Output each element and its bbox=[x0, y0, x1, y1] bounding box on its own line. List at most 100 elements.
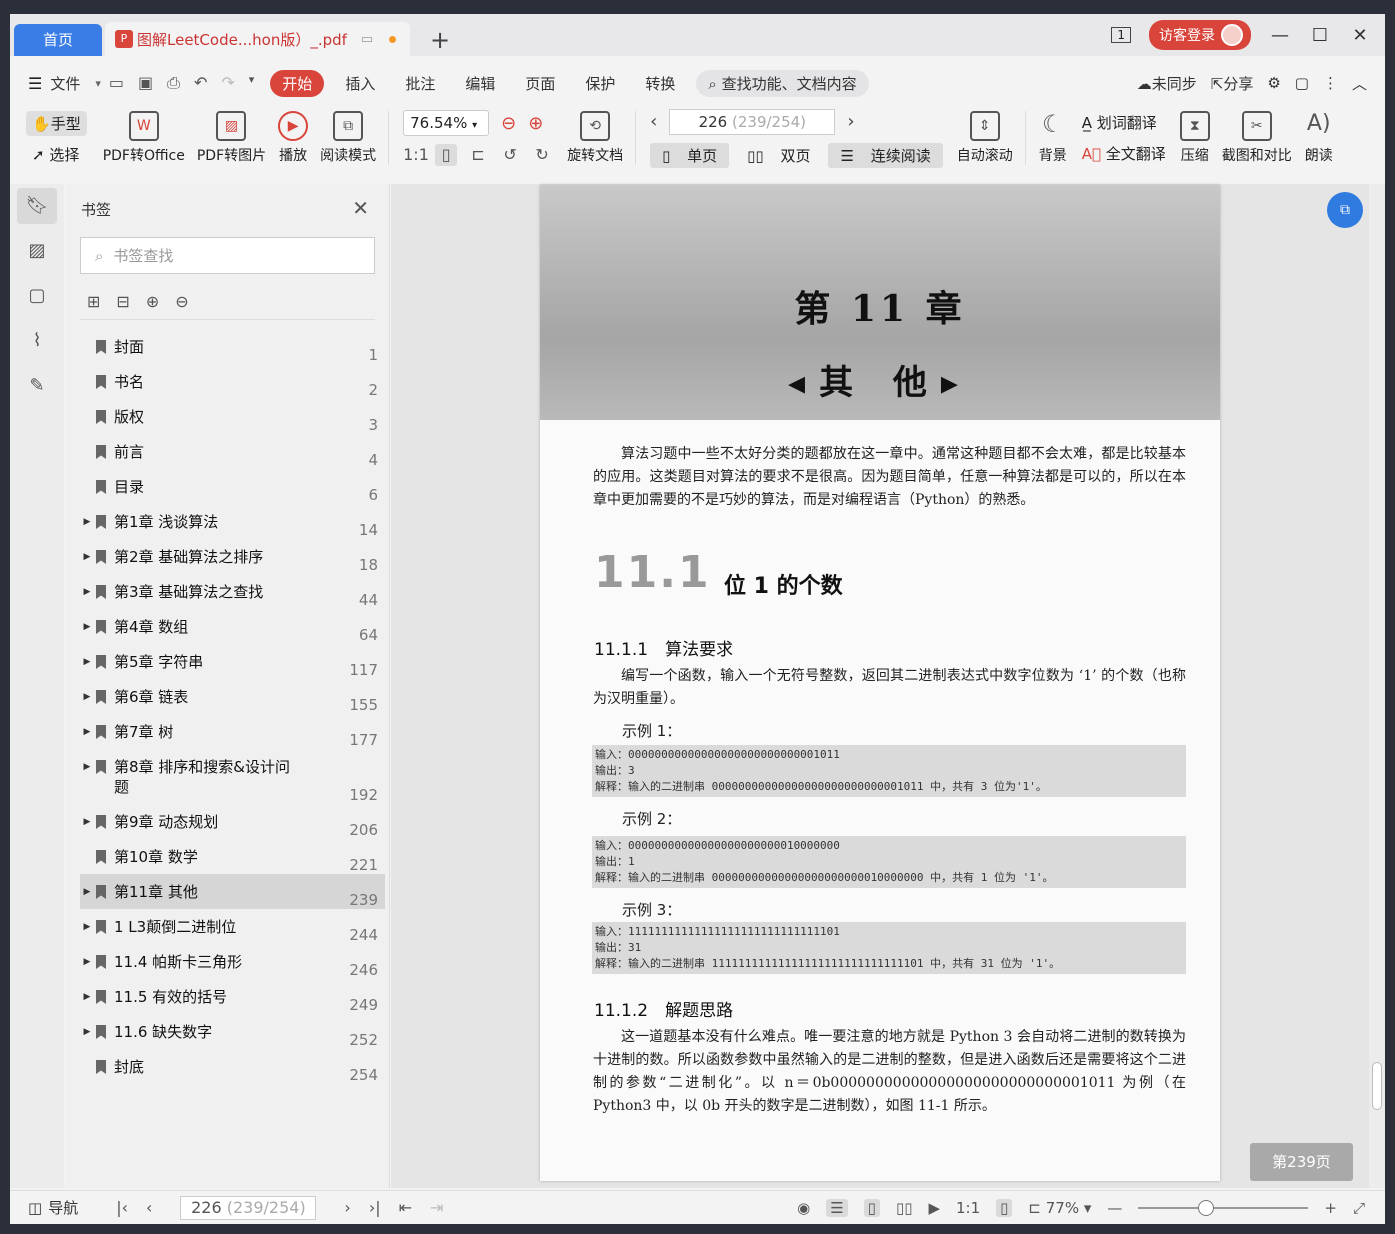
fit-page-icon[interactable]: ▯ bbox=[996, 1198, 1013, 1217]
menu-file[interactable]: 文件 bbox=[42, 73, 95, 94]
close-icon[interactable]: ✕ bbox=[1349, 25, 1371, 46]
bookmark-item[interactable]: 书名 2 bbox=[80, 364, 385, 399]
read-aloud-button[interactable]: A) 朗读 bbox=[1298, 111, 1340, 165]
page-number-input[interactable]: 226 (239/254) bbox=[669, 108, 836, 135]
bookmark-item[interactable]: ▶ 第1章 浅谈算法 14 bbox=[80, 504, 385, 539]
bookmark-item[interactable]: 第10章 数学 221 bbox=[80, 839, 385, 874]
zoom-select[interactable]: 76.54% ▾ bbox=[403, 110, 490, 136]
monitor-icon[interactable]: ▭ bbox=[361, 32, 373, 47]
hand-tool-button[interactable]: ✋手型 bbox=[26, 111, 87, 136]
expand-arrow-icon[interactable]: ▶ bbox=[80, 582, 94, 597]
login-button[interactable]: 访客登录 bbox=[1149, 20, 1251, 50]
thumbnail-icon[interactable]: ▨ bbox=[17, 233, 57, 269]
zoom-in-icon[interactable]: + bbox=[1324, 1199, 1337, 1217]
compress-button[interactable]: ⧗ 压缩 bbox=[1174, 111, 1216, 165]
actual-size-icon[interactable]: 1:1 bbox=[403, 144, 429, 166]
chevron-down-icon[interactable]: ▾ bbox=[95, 77, 101, 90]
print-icon[interactable]: ⎙ bbox=[167, 73, 180, 93]
hamburger-icon[interactable]: ☰ bbox=[10, 74, 42, 93]
first-page-icon[interactable]: |‹ bbox=[116, 1198, 128, 1217]
menu-start[interactable]: 开始 bbox=[270, 69, 325, 97]
collapse-all-icon[interactable]: ⊟ bbox=[116, 292, 129, 311]
undo-icon[interactable]: ↶ bbox=[194, 73, 207, 93]
back-icon[interactable]: ⇤ bbox=[399, 1198, 412, 1217]
sync-status[interactable]: ☁未同步 bbox=[1137, 73, 1197, 94]
read-mode-button[interactable]: ⧉ 阅读模式 bbox=[314, 111, 382, 165]
nav-toggle[interactable]: ◫ 导航 bbox=[10, 1197, 78, 1218]
minimize-icon[interactable]: — bbox=[1269, 25, 1291, 46]
expand-arrow-icon[interactable]: ▶ bbox=[80, 512, 94, 527]
bookmark-item[interactable]: ▶ 第6章 链表 155 bbox=[80, 679, 385, 714]
rotate-left-icon[interactable]: ↺ bbox=[499, 144, 521, 166]
zoom-slider[interactable] bbox=[1138, 1199, 1309, 1216]
expand-arrow-icon[interactable]: ▶ bbox=[80, 547, 94, 562]
bookmark-item[interactable]: ▶ 1 L3颠倒二进制位 244 bbox=[80, 909, 385, 944]
collapse-ribbon-icon[interactable]: ︿ bbox=[1352, 73, 1367, 94]
expand-arrow-icon[interactable] bbox=[80, 477, 94, 482]
menu-insert[interactable]: 插入 bbox=[330, 73, 390, 94]
expand-arrow-icon[interactable]: ▶ bbox=[80, 1022, 94, 1037]
menu-annotate[interactable]: 批注 bbox=[390, 73, 450, 94]
expand-arrow-icon[interactable]: ▶ bbox=[80, 952, 94, 967]
bookmark-search-input[interactable]: ⌕ 书签查找 bbox=[80, 237, 375, 274]
more-dropdown-icon[interactable]: ▾ bbox=[249, 73, 255, 93]
fullscreen-icon[interactable]: ⤢ bbox=[1353, 1199, 1365, 1217]
new-tab-button[interactable]: + bbox=[430, 26, 450, 54]
single-page-button[interactable]: ▯ 单页 bbox=[650, 142, 730, 168]
bookmark-item[interactable]: ▶ 第8章 排序和搜索&设计问题 192 bbox=[80, 749, 385, 804]
zoom-slider-handle[interactable] bbox=[1198, 1199, 1215, 1216]
float-tool-icon[interactable]: ⧉ bbox=[1327, 192, 1363, 228]
rotate-right-icon[interactable]: ↻ bbox=[531, 144, 553, 166]
expand-all-icon[interactable]: ⊞ bbox=[87, 292, 100, 311]
bookmark-item[interactable]: ▶ 11.5 有效的括号 249 bbox=[80, 979, 385, 1014]
bookmark-item[interactable]: ▶ 第9章 动态规划 206 bbox=[80, 804, 385, 839]
bookmark-item-selected[interactable]: ▶ 第11章 其他 239 bbox=[80, 874, 385, 909]
expand-arrow-icon[interactable]: ▶ bbox=[80, 917, 94, 932]
vertical-scrollbar[interactable] bbox=[1369, 184, 1385, 1188]
tab-home[interactable]: 首页 bbox=[14, 24, 102, 56]
forward-icon[interactable]: ⇥ bbox=[430, 1198, 443, 1217]
expand-arrow-icon[interactable]: ▶ bbox=[80, 757, 94, 772]
single-page-icon[interactable]: ▯ bbox=[863, 1198, 880, 1217]
zoom-in-icon[interactable]: ⊕ bbox=[528, 113, 543, 134]
next-page-icon[interactable]: › bbox=[344, 1198, 350, 1217]
expand-arrow-icon[interactable] bbox=[80, 407, 94, 412]
menu-edit[interactable]: 编辑 bbox=[450, 73, 510, 94]
more-vertical-icon[interactable]: ⋮ bbox=[1323, 74, 1338, 92]
bookmark-item[interactable]: ▶ 第7章 树 177 bbox=[80, 714, 385, 749]
bookmark-item[interactable]: ▶ 11.4 帕斯卡三角形 246 bbox=[80, 944, 385, 979]
fit-page-icon[interactable]: ▯ bbox=[435, 144, 458, 166]
add-bookmark-icon[interactable]: ⊕ bbox=[146, 292, 159, 311]
play-icon[interactable]: ▶ bbox=[928, 1199, 940, 1217]
expand-arrow-icon[interactable]: ▶ bbox=[80, 812, 94, 827]
remove-bookmark-icon[interactable]: ⊖ bbox=[175, 292, 188, 311]
double-page-icon[interactable]: ▯▯ bbox=[896, 1199, 913, 1217]
expand-arrow-icon[interactable]: ▶ bbox=[80, 987, 94, 1002]
screenshot-compare-button[interactable]: ✂ 截图和对比 bbox=[1216, 111, 1298, 165]
zoom-out-icon[interactable]: ⊖ bbox=[501, 113, 516, 134]
comment-icon[interactable]: ▢ bbox=[1295, 74, 1309, 92]
expand-arrow-icon[interactable] bbox=[80, 847, 94, 852]
status-page-input[interactable]: 226 (239/254) bbox=[180, 1195, 317, 1220]
maximize-icon[interactable]: ☐ bbox=[1309, 25, 1331, 46]
signature-icon[interactable]: ✎ bbox=[17, 368, 57, 404]
continuous-read-button[interactable]: ☰ 连续阅读 bbox=[828, 142, 943, 168]
tab-document[interactable]: P 图解LeetCode...hon版）_.pdf ▭ bbox=[105, 22, 410, 56]
menu-protect[interactable]: 保护 bbox=[570, 73, 630, 94]
eye-icon[interactable]: ◉ bbox=[797, 1199, 810, 1217]
menu-page[interactable]: 页面 bbox=[510, 73, 570, 94]
play-button[interactable]: ▶ 播放 bbox=[272, 111, 314, 165]
pdf-to-office-button[interactable]: W PDF转Office bbox=[97, 111, 191, 165]
auto-scroll-button[interactable]: ⇕ 自动滚动 bbox=[951, 111, 1019, 165]
save-icon[interactable]: ▣ bbox=[138, 73, 153, 93]
actual-size-icon[interactable]: 1:1 bbox=[956, 1199, 980, 1217]
bookmark-item[interactable]: 封面 1 bbox=[80, 329, 385, 364]
background-button[interactable]: ☾ 背景 bbox=[1032, 111, 1074, 165]
expand-arrow-icon[interactable]: ▶ bbox=[80, 652, 94, 667]
redo-icon[interactable]: ↷ bbox=[221, 73, 234, 93]
full-translate-button[interactable]: A⃞ 全文翻译 bbox=[1082, 143, 1166, 164]
expand-arrow-icon[interactable]: ▶ bbox=[80, 722, 94, 737]
expand-arrow-icon[interactable]: ▶ bbox=[80, 687, 94, 702]
settings-gear-icon[interactable]: ⚙ bbox=[1267, 74, 1280, 92]
select-tool-button[interactable]: ➚ 选择 bbox=[26, 144, 87, 165]
